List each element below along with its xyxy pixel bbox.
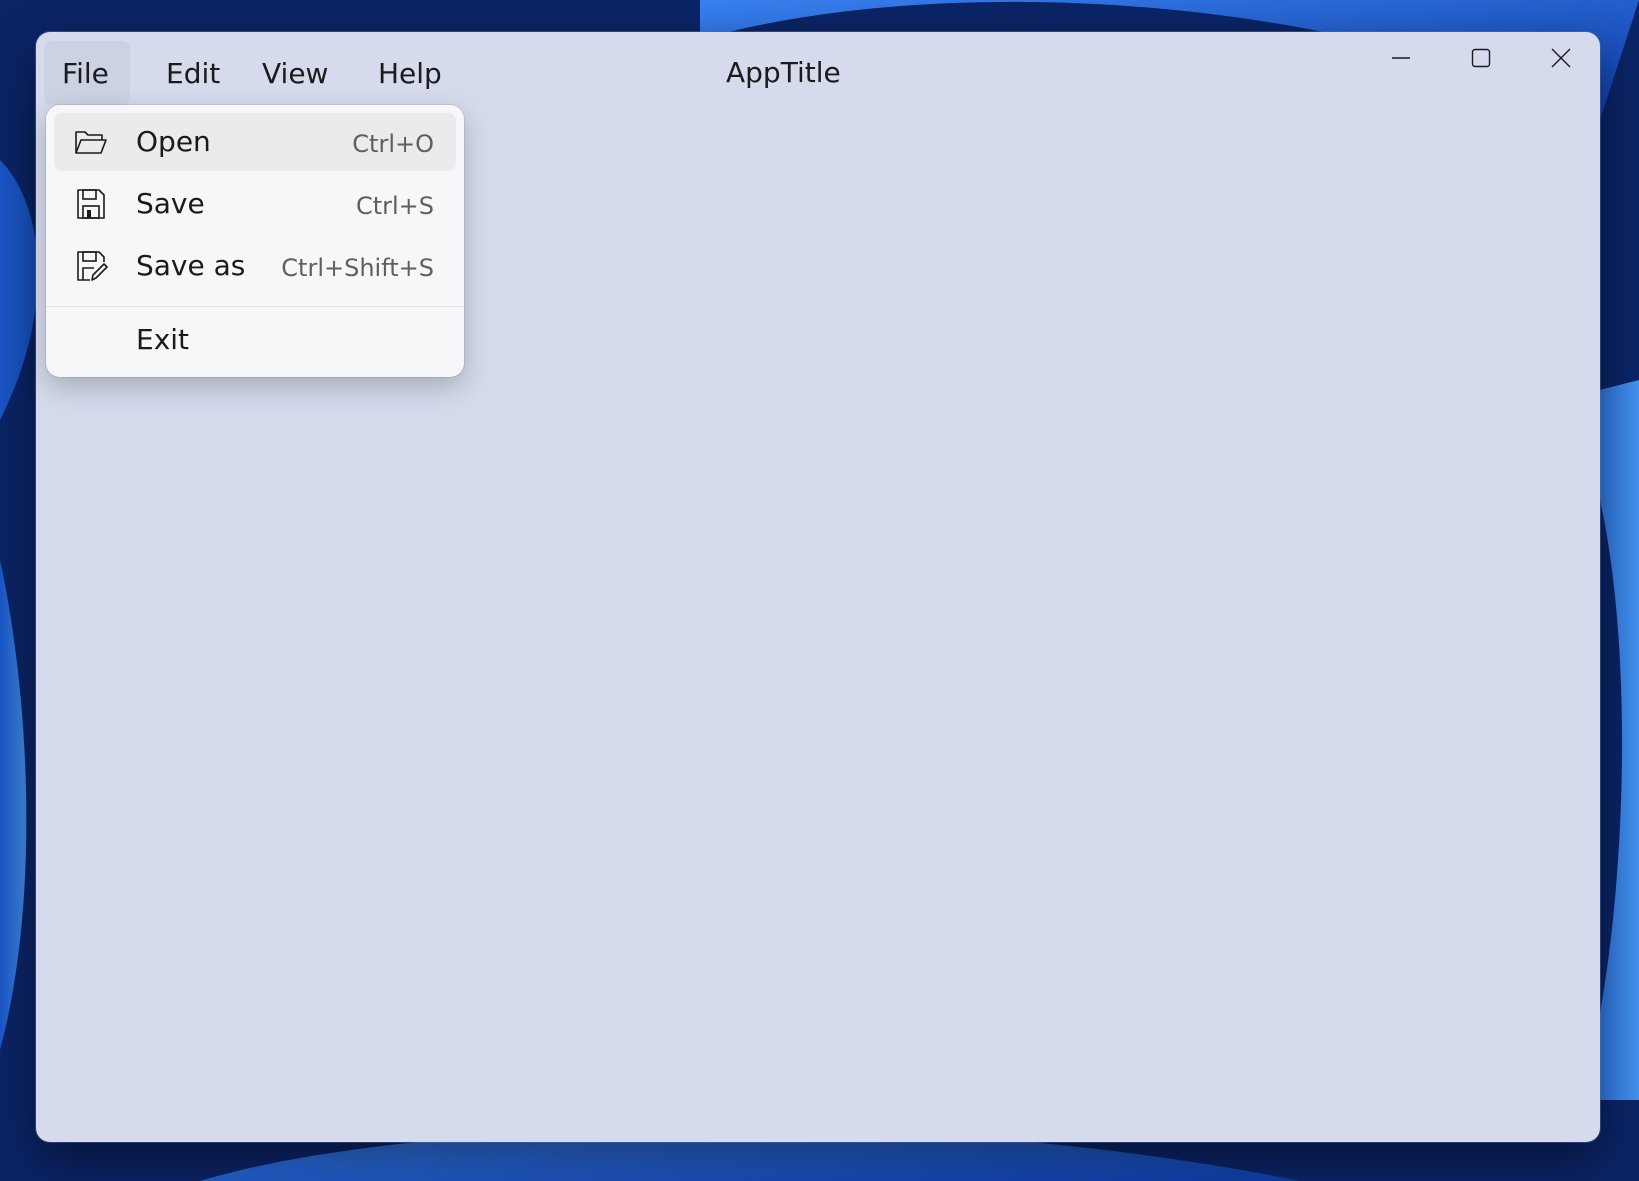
menu-separator — [46, 306, 464, 307]
menu-view-label: View — [262, 56, 329, 90]
menu-item-save[interactable]: Save Ctrl+S — [54, 175, 456, 233]
menu-item-open-label: Open — [136, 125, 211, 158]
minimize-button[interactable] — [1362, 32, 1440, 84]
menu-edit[interactable]: Edit — [148, 41, 240, 105]
menu-help-label: Help — [378, 56, 442, 90]
file-menu-dropdown: Open Ctrl+O Save Ctrl+S Save as Ctrl+Shi… — [46, 105, 464, 377]
menu-file[interactable]: File — [44, 41, 130, 105]
maximize-icon — [1471, 48, 1491, 68]
menu-item-open[interactable]: Open Ctrl+O — [54, 113, 456, 171]
menu-view[interactable]: View — [244, 41, 352, 105]
window-title: AppTitle — [726, 56, 841, 89]
menu-item-save-shortcut: Ctrl+S — [355, 192, 434, 220]
menu-file-label: File — [62, 56, 109, 90]
menu-item-exit[interactable]: Exit — [54, 311, 456, 369]
menu-item-save-label: Save — [136, 187, 205, 220]
minimize-icon — [1392, 57, 1410, 59]
maximize-button[interactable] — [1442, 32, 1520, 84]
menu-bar: File Edit View Help — [44, 41, 468, 105]
menu-item-save-as-shortcut: Ctrl+Shift+S — [281, 254, 434, 282]
save-as-icon — [77, 251, 108, 281]
app-window: File Edit View Help AppTitle Open Ctrl+O… — [36, 32, 1600, 1142]
menu-item-open-shortcut: Ctrl+O — [352, 130, 434, 158]
save-icon — [77, 189, 105, 219]
close-icon — [1551, 48, 1571, 68]
menu-help[interactable]: Help — [360, 41, 468, 105]
menu-item-save-as[interactable]: Save as Ctrl+Shift+S — [54, 237, 456, 295]
menu-edit-label: Edit — [166, 56, 221, 90]
folder-open-icon — [75, 131, 107, 154]
menu-item-save-as-label: Save as — [136, 249, 246, 282]
menu-item-exit-label: Exit — [136, 323, 190, 356]
close-button[interactable] — [1522, 32, 1600, 84]
